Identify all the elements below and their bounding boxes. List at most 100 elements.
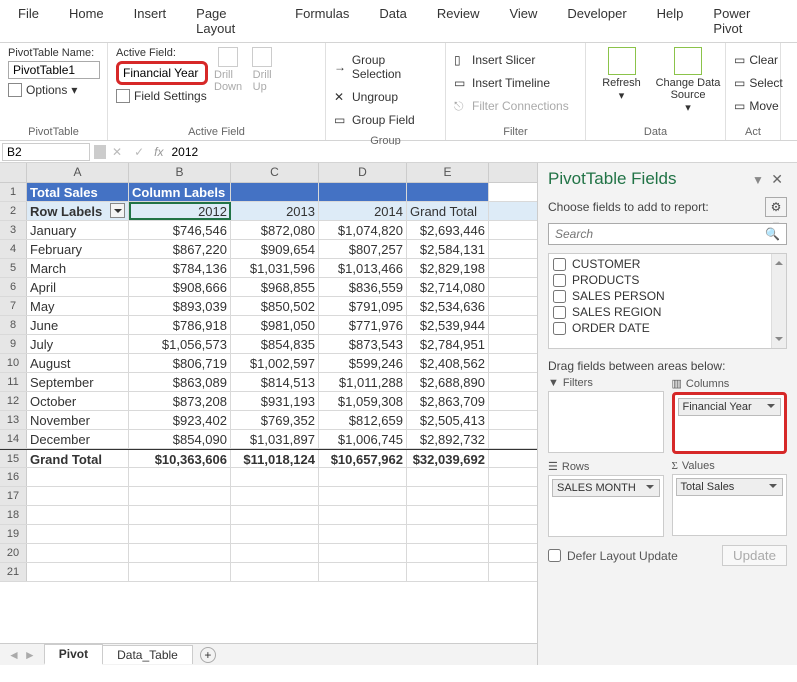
row-header[interactable]: 2	[0, 202, 27, 220]
ungroup-button[interactable]: ✕Ungroup	[334, 87, 437, 107]
cell[interactable]: $746,546	[129, 221, 231, 239]
cell[interactable]	[407, 506, 489, 524]
cell[interactable]: May	[27, 297, 129, 315]
scrollbar[interactable]	[771, 254, 786, 348]
cell[interactable]: $2,539,944	[407, 316, 489, 334]
field-checkbox[interactable]	[553, 258, 566, 271]
chip-financial-year[interactable]: Financial Year	[678, 398, 782, 416]
cell[interactable]: Row Labels	[27, 202, 129, 220]
cell[interactable]: $2,714,080	[407, 278, 489, 296]
group-field-button[interactable]: ▭Group Field	[334, 110, 437, 130]
cell[interactable]: Grand Total	[407, 202, 489, 220]
cell[interactable]	[407, 183, 489, 201]
row-header[interactable]: 1	[0, 183, 27, 201]
row-header[interactable]: 3	[0, 221, 27, 239]
row-header[interactable]: 5	[0, 259, 27, 277]
row-header[interactable]: 16	[0, 468, 27, 486]
cell[interactable]	[27, 563, 129, 581]
field-customer[interactable]: CUSTOMER	[551, 256, 784, 272]
field-sales-region[interactable]: SALES REGION	[551, 304, 784, 320]
cell-selected[interactable]: 2012	[129, 202, 231, 220]
cell[interactable]	[319, 487, 407, 505]
cell[interactable]	[319, 563, 407, 581]
row-header[interactable]: 6	[0, 278, 27, 296]
menu-item-formulas[interactable]: Formulas	[289, 4, 355, 38]
cell[interactable]: $873,208	[129, 392, 231, 410]
menu-item-review[interactable]: Review	[431, 4, 486, 38]
cell[interactable]: $836,559	[319, 278, 407, 296]
enter-icon[interactable]: ✓	[128, 145, 150, 159]
cell[interactable]: $923,402	[129, 411, 231, 429]
col-header-e[interactable]: E	[407, 163, 489, 182]
cell[interactable]	[27, 487, 129, 505]
row-header[interactable]: 7	[0, 297, 27, 315]
cell[interactable]: Grand Total	[27, 450, 129, 467]
chevron-down-icon[interactable]	[768, 482, 778, 492]
field-list[interactable]: CUSTOMERPRODUCTSSALES PERSONSALES REGION…	[548, 253, 787, 349]
chip-total-sales[interactable]: Total Sales	[676, 478, 784, 496]
gear-icon[interactable]: ⚙ ▾	[765, 197, 787, 217]
col-header-a[interactable]: A	[27, 163, 129, 182]
cell[interactable]: $2,584,131	[407, 240, 489, 258]
select-all-corner[interactable]	[0, 163, 27, 182]
cell[interactable]	[27, 525, 129, 543]
menu-item-file[interactable]: File	[12, 4, 45, 38]
cell[interactable]: $1,002,597	[231, 354, 319, 372]
cell[interactable]: $771,976	[319, 316, 407, 334]
row-header[interactable]: 17	[0, 487, 27, 505]
col-header-c[interactable]: C	[231, 163, 319, 182]
tab-nav-next[interactable]: ►	[24, 648, 36, 662]
formula-input[interactable]	[167, 145, 795, 159]
row-header[interactable]: 8	[0, 316, 27, 334]
defer-layout-checkbox[interactable]	[548, 549, 561, 562]
select-button[interactable]: ▭Select	[734, 73, 772, 93]
close-icon[interactable]: ✕	[767, 171, 787, 187]
cell[interactable]: $10,657,962	[319, 450, 407, 467]
cell[interactable]: $814,513	[231, 373, 319, 391]
cell[interactable]: $2,829,198	[407, 259, 489, 277]
filters-well[interactable]	[548, 391, 664, 453]
cell[interactable]: $2,784,951	[407, 335, 489, 353]
row-header[interactable]: 4	[0, 240, 27, 258]
options-button[interactable]: Options ▾	[8, 83, 99, 97]
cell[interactable]: $1,074,820	[319, 221, 407, 239]
cell[interactable]: $2,534,636	[407, 297, 489, 315]
cell[interactable]: April	[27, 278, 129, 296]
cell[interactable]	[231, 487, 319, 505]
refresh-button[interactable]: Refresh ▾	[594, 47, 649, 124]
menu-item-power-pivot[interactable]: Power Pivot	[707, 4, 785, 38]
row-header[interactable]: 13	[0, 411, 27, 429]
cell[interactable]: $893,039	[129, 297, 231, 315]
cell[interactable]: $769,352	[231, 411, 319, 429]
cell[interactable]: $2,505,413	[407, 411, 489, 429]
cell[interactable]: $1,006,745	[319, 430, 407, 448]
cell[interactable]: August	[27, 354, 129, 372]
menu-item-view[interactable]: View	[503, 4, 543, 38]
cell[interactable]: $854,835	[231, 335, 319, 353]
field-settings-button[interactable]: Field Settings	[116, 89, 208, 103]
cell[interactable]: $873,543	[319, 335, 407, 353]
fx-label[interactable]: fx	[150, 145, 167, 159]
cell[interactable]: $968,855	[231, 278, 319, 296]
cell[interactable]	[407, 563, 489, 581]
field-sales-person[interactable]: SALES PERSON	[551, 288, 784, 304]
cell[interactable]: $1,056,573	[129, 335, 231, 353]
cell[interactable]: $2,693,446	[407, 221, 489, 239]
cell[interactable]	[319, 525, 407, 543]
menu-item-data[interactable]: Data	[373, 4, 412, 38]
cell[interactable]: January	[27, 221, 129, 239]
columns-well[interactable]: Financial Year	[672, 392, 788, 454]
change-data-source-button[interactable]: Change Data Source ▾	[659, 47, 717, 124]
chevron-down-icon[interactable]	[766, 402, 776, 412]
cell[interactable]: $599,246	[319, 354, 407, 372]
cell[interactable]	[319, 468, 407, 486]
cell[interactable]	[407, 525, 489, 543]
cell[interactable]: February	[27, 240, 129, 258]
chevron-down-icon[interactable]: ▼	[752, 173, 764, 187]
row-header[interactable]: 19	[0, 525, 27, 543]
cell[interactable]: September	[27, 373, 129, 391]
cell[interactable]	[231, 183, 319, 201]
menu-item-home[interactable]: Home	[63, 4, 110, 38]
insert-timeline-button[interactable]: ▭Insert Timeline	[454, 73, 577, 93]
cell[interactable]: $791,095	[319, 297, 407, 315]
